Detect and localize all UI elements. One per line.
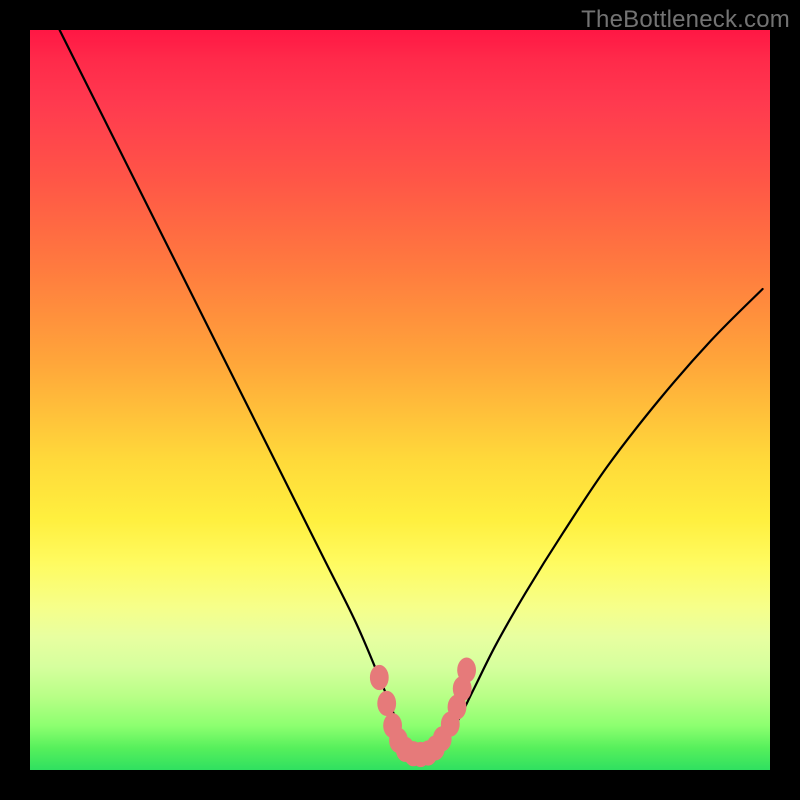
curve-marker [377,691,396,716]
watermark-text: TheBottleneck.com [581,6,790,34]
chart-svg [30,30,770,770]
curve-marker [370,665,389,690]
bottleneck-curve [60,30,763,756]
chart-frame: TheBottleneck.com [0,0,800,800]
curve-markers [370,658,476,768]
plot-area [30,30,770,770]
curve-marker [457,658,476,683]
